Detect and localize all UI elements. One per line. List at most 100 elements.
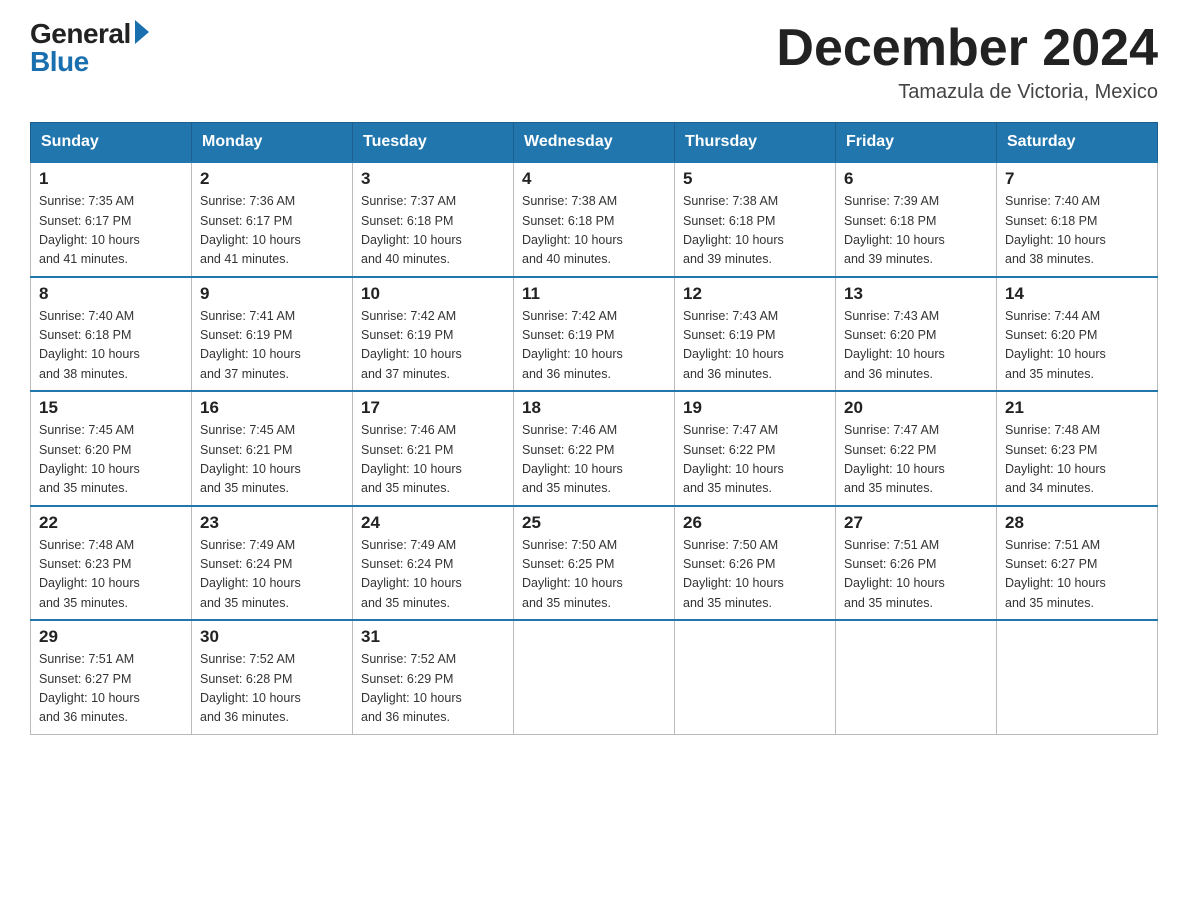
day-info: Sunrise: 7:40 AMSunset: 6:18 PMDaylight:… <box>39 307 183 385</box>
day-number: 1 <box>39 169 183 189</box>
calendar-cell: 6Sunrise: 7:39 AMSunset: 6:18 PMDaylight… <box>836 162 997 277</box>
calendar-header-friday: Friday <box>836 123 997 163</box>
calendar-cell: 31 Sunrise: 7:52 AMSunset: 6:29 PMDayligh… <box>353 620 514 734</box>
calendar-cell: 27 Sunrise: 7:51 AMSunset: 6:26 PMDayligh… <box>836 506 997 621</box>
calendar-week-5: 29 Sunrise: 7:51 AMSunset: 6:27 PMDayligh… <box>31 620 1158 734</box>
calendar-week-2: 8 Sunrise: 7:40 AMSunset: 6:18 PMDaylight… <box>31 277 1158 392</box>
calendar-table: SundayMondayTuesdayWednesdayThursdayFrid… <box>30 122 1158 735</box>
calendar-header-tuesday: Tuesday <box>353 123 514 163</box>
logo: General Blue <box>30 20 149 76</box>
location: Tamazula de Victoria, Mexico <box>776 81 1158 104</box>
day-number: 9 <box>200 284 344 304</box>
calendar-cell: 12Sunrise: 7:43 AMSunset: 6:19 PMDayligh… <box>675 277 836 392</box>
day-info: Sunrise: 7:47 AMSunset: 6:22 PMDaylight:… <box>683 421 827 499</box>
day-info: Sunrise: 7:52 AMSunset: 6:29 PMDaylight:… <box>361 650 505 728</box>
calendar-cell: 24Sunrise: 7:49 AMSunset: 6:24 PMDayligh… <box>353 506 514 621</box>
day-number: 24 <box>361 513 505 533</box>
day-number: 20 <box>844 398 988 418</box>
calendar-header-thursday: Thursday <box>675 123 836 163</box>
calendar-cell <box>836 620 997 734</box>
calendar-cell: 18 Sunrise: 7:46 AMSunset: 6:22 PMDayligh… <box>514 391 675 506</box>
day-info: Sunrise: 7:43 AMSunset: 6:20 PMDaylight:… <box>844 307 988 385</box>
logo-blue: Blue <box>30 48 89 76</box>
day-number: 14 <box>1005 284 1149 304</box>
day-number: 10 <box>361 284 505 304</box>
calendar-cell: 13 Sunrise: 7:43 AMSunset: 6:20 PMDayligh… <box>836 277 997 392</box>
calendar-week-4: 22 Sunrise: 7:48 AMSunset: 6:23 PMDayligh… <box>31 506 1158 621</box>
day-number: 17 <box>361 398 505 418</box>
day-info: Sunrise: 7:43 AMSunset: 6:19 PMDaylight:… <box>683 307 827 385</box>
day-number: 16 <box>200 398 344 418</box>
calendar-week-1: 1 Sunrise: 7:35 AMSunset: 6:17 PMDaylight… <box>31 162 1158 277</box>
day-info: Sunrise: 7:37 AMSunset: 6:18 PMDaylight:… <box>361 192 505 270</box>
calendar-cell: 21 Sunrise: 7:48 AMSunset: 6:23 PMDayligh… <box>997 391 1158 506</box>
day-info: Sunrise: 7:40 AMSunset: 6:18 PMDaylight:… <box>1005 192 1149 270</box>
day-number: 25 <box>522 513 666 533</box>
calendar-cell: 30Sunrise: 7:52 AMSunset: 6:28 PMDayligh… <box>192 620 353 734</box>
calendar-cell: 11Sunrise: 7:42 AMSunset: 6:19 PMDayligh… <box>514 277 675 392</box>
day-info: Sunrise: 7:48 AMSunset: 6:23 PMDaylight:… <box>39 536 183 614</box>
calendar-cell: 2 Sunrise: 7:36 AMSunset: 6:17 PMDaylight… <box>192 162 353 277</box>
calendar-cell: 14 Sunrise: 7:44 AMSunset: 6:20 PMDayligh… <box>997 277 1158 392</box>
day-number: 4 <box>522 169 666 189</box>
day-number: 18 <box>522 398 666 418</box>
logo-arrow-icon <box>135 20 149 44</box>
day-number: 7 <box>1005 169 1149 189</box>
calendar-cell: 4 Sunrise: 7:38 AMSunset: 6:18 PMDaylight… <box>514 162 675 277</box>
day-info: Sunrise: 7:49 AMSunset: 6:24 PMDaylight:… <box>200 536 344 614</box>
day-info: Sunrise: 7:46 AMSunset: 6:21 PMDaylight:… <box>361 421 505 499</box>
calendar-cell: 3Sunrise: 7:37 AMSunset: 6:18 PMDaylight… <box>353 162 514 277</box>
calendar-cell: 20 Sunrise: 7:47 AMSunset: 6:22 PMDayligh… <box>836 391 997 506</box>
day-number: 5 <box>683 169 827 189</box>
day-number: 15 <box>39 398 183 418</box>
day-number: 26 <box>683 513 827 533</box>
day-number: 23 <box>200 513 344 533</box>
day-info: Sunrise: 7:35 AMSunset: 6:17 PMDaylight:… <box>39 192 183 270</box>
day-info: Sunrise: 7:42 AMSunset: 6:19 PMDaylight:… <box>361 307 505 385</box>
day-info: Sunrise: 7:38 AMSunset: 6:18 PMDaylight:… <box>683 192 827 270</box>
calendar-cell: 16Sunrise: 7:45 AMSunset: 6:21 PMDayligh… <box>192 391 353 506</box>
calendar-cell: 9Sunrise: 7:41 AMSunset: 6:19 PMDaylight… <box>192 277 353 392</box>
day-info: Sunrise: 7:48 AMSunset: 6:23 PMDaylight:… <box>1005 421 1149 499</box>
day-number: 27 <box>844 513 988 533</box>
calendar-cell: 15 Sunrise: 7:45 AMSunset: 6:20 PMDayligh… <box>31 391 192 506</box>
day-info: Sunrise: 7:36 AMSunset: 6:17 PMDaylight:… <box>200 192 344 270</box>
day-number: 19 <box>683 398 827 418</box>
day-number: 13 <box>844 284 988 304</box>
calendar-cell: 17 Sunrise: 7:46 AMSunset: 6:21 PMDayligh… <box>353 391 514 506</box>
calendar-cell: 1 Sunrise: 7:35 AMSunset: 6:17 PMDaylight… <box>31 162 192 277</box>
day-info: Sunrise: 7:44 AMSunset: 6:20 PMDaylight:… <box>1005 307 1149 385</box>
day-number: 22 <box>39 513 183 533</box>
day-info: Sunrise: 7:51 AMSunset: 6:27 PMDaylight:… <box>1005 536 1149 614</box>
day-number: 29 <box>39 627 183 647</box>
month-title: December 2024 <box>776 20 1158 77</box>
logo-general: General <box>30 20 131 48</box>
calendar-header-row: SundayMondayTuesdayWednesdayThursdayFrid… <box>31 123 1158 163</box>
calendar-cell <box>675 620 836 734</box>
calendar-cell: 26Sunrise: 7:50 AMSunset: 6:26 PMDayligh… <box>675 506 836 621</box>
day-info: Sunrise: 7:46 AMSunset: 6:22 PMDaylight:… <box>522 421 666 499</box>
day-info: Sunrise: 7:51 AMSunset: 6:26 PMDaylight:… <box>844 536 988 614</box>
calendar-cell: 5 Sunrise: 7:38 AMSunset: 6:18 PMDaylight… <box>675 162 836 277</box>
calendar-cell: 29 Sunrise: 7:51 AMSunset: 6:27 PMDayligh… <box>31 620 192 734</box>
day-info: Sunrise: 7:45 AMSunset: 6:20 PMDaylight:… <box>39 421 183 499</box>
day-info: Sunrise: 7:47 AMSunset: 6:22 PMDaylight:… <box>844 421 988 499</box>
calendar-cell: 10 Sunrise: 7:42 AMSunset: 6:19 PMDayligh… <box>353 277 514 392</box>
day-number: 28 <box>1005 513 1149 533</box>
day-number: 2 <box>200 169 344 189</box>
calendar-cell: 22 Sunrise: 7:48 AMSunset: 6:23 PMDayligh… <box>31 506 192 621</box>
calendar-header-monday: Monday <box>192 123 353 163</box>
day-number: 6 <box>844 169 988 189</box>
calendar-cell: 19 Sunrise: 7:47 AMSunset: 6:22 PMDayligh… <box>675 391 836 506</box>
day-number: 21 <box>1005 398 1149 418</box>
day-number: 30 <box>200 627 344 647</box>
calendar-header-saturday: Saturday <box>997 123 1158 163</box>
day-number: 8 <box>39 284 183 304</box>
day-info: Sunrise: 7:38 AMSunset: 6:18 PMDaylight:… <box>522 192 666 270</box>
day-number: 31 <box>361 627 505 647</box>
day-info: Sunrise: 7:51 AMSunset: 6:27 PMDaylight:… <box>39 650 183 728</box>
calendar-cell: 25Sunrise: 7:50 AMSunset: 6:25 PMDayligh… <box>514 506 675 621</box>
calendar-cell: 7 Sunrise: 7:40 AMSunset: 6:18 PMDaylight… <box>997 162 1158 277</box>
calendar-header-wednesday: Wednesday <box>514 123 675 163</box>
calendar-cell <box>514 620 675 734</box>
